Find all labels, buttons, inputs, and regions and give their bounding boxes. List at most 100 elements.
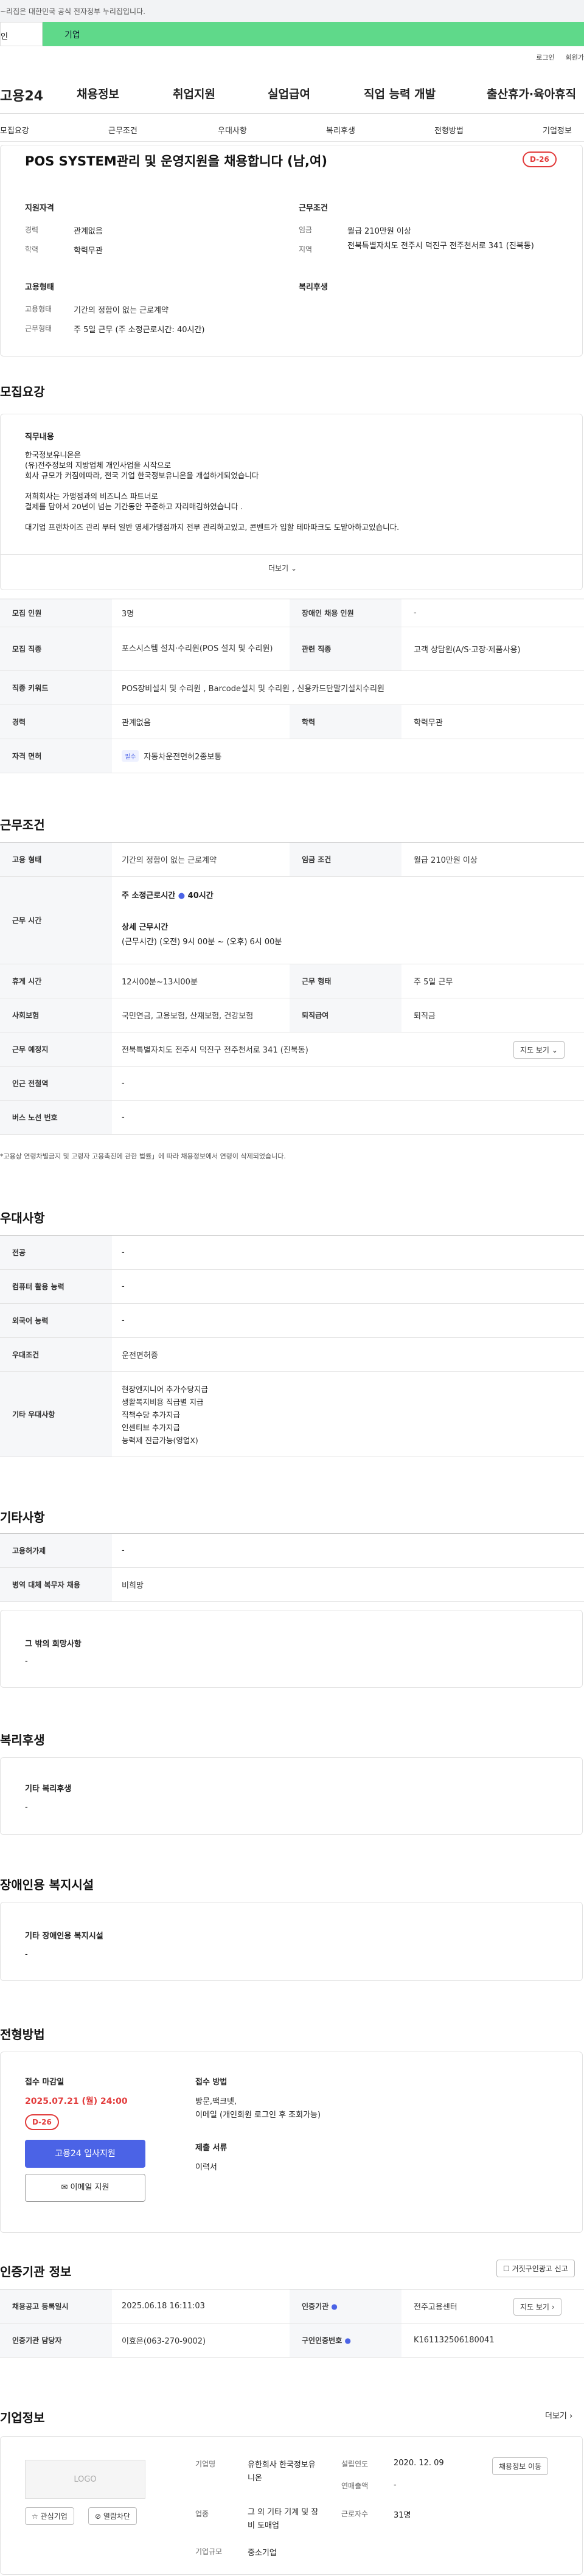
cell-header: 학력 [290, 705, 401, 739]
email-apply-button[interactable]: ✉ 이메일 지원 [25, 2174, 145, 2202]
apply-button[interactable]: 고용24 입사지원 [25, 2140, 145, 2168]
map-button[interactable]: 지도 보기 › [513, 2298, 561, 2316]
welfare-heading: 복리후생 [299, 283, 328, 292]
gnb-item[interactable]: 실업급여 [268, 85, 310, 102]
cell-header: 경력 [0, 705, 112, 739]
company-more-label: 더보기 [545, 2412, 567, 2421]
favorite-button[interactable]: ☆ 관심기업 [25, 2507, 74, 2525]
cell-value: - [122, 1248, 125, 1257]
area-label: 지역 [299, 245, 313, 254]
block-button[interactable]: ⊘ 열람차단 [88, 2507, 137, 2525]
table-row: 사회보험 국민연금, 고용보험, 산재보험, 건강보험 퇴직급여 퇴직금 [0, 998, 584, 1032]
list-item: 직책수당 추가지급 [122, 1410, 180, 1419]
cell-value: 기간의 정함이 없는 근로계약 [122, 856, 217, 865]
scale-value: 중소기업 [248, 2549, 277, 2558]
login-link[interactable]: 로그인 [536, 54, 554, 61]
disabled-card-value: - [25, 1950, 28, 1959]
disabled-section-title: 장애인용 복지시설 [0, 1878, 94, 1892]
cell-value: 포스시스템 설치·수리원(POS 설치 및 수리원) [122, 644, 273, 653]
subnav-item[interactable]: 기업정보 [543, 124, 572, 136]
block-label: 열람차단 [103, 2512, 131, 2521]
map-button[interactable]: 지도 보기 ⌄ [513, 1041, 565, 1059]
est-label: 설립연도 [341, 2460, 369, 2468]
area-value: 전북특별자치도 전주시 덕진구 전주천서로 341 (진북동) [347, 242, 534, 251]
subnav-item[interactable]: 우대사항 [218, 124, 247, 136]
gnb-item[interactable]: 취업지원 [173, 85, 215, 102]
cell-value: 퇴직금 [414, 1012, 436, 1021]
table-row: 근무 예정지 전북특별자치도 전주시 덕진구 전주천서로 341 (진북동) 지도… [0, 1032, 584, 1067]
info-icon[interactable]: ● [344, 2336, 350, 2345]
table-row: 모집 직종 포스시스템 설치·수리원(POS 설치 및 수리원) 관련 직종 고객 상… [0, 627, 584, 671]
duty-line: (유)전주정보의 지방업체 개인사업을 시작으로 [25, 461, 172, 470]
gnb-item[interactable]: 직업 능력 개발 [364, 85, 436, 102]
tab-business[interactable]: 기업 [43, 22, 584, 46]
table-row: 채용공고 등록일시 2025.06.18 16:11:03 인증기관 ● 전주고용센… [0, 2289, 584, 2324]
subnav-item[interactable]: 근무조건 [108, 124, 137, 136]
list-item: 인센티브 추가지급 [122, 1423, 180, 1432]
cert-section-title: 인증기관 정보 [0, 2264, 72, 2279]
conditions-section-title: 근무조건 [0, 818, 45, 832]
table-row: 고용 형태 기간의 정함이 없는 근로계약 임금 조건 월급 210만원 이상 [0, 843, 584, 877]
gnb-item[interactable]: 출산휴가·육아휴직 [487, 85, 576, 102]
global-nav: 고용24 채용정보 취업지원 실업급여 직업 능력 개발 출산휴가·육아휴직 [0, 85, 584, 106]
cell-value: 고객 상담원(A/S·고장·제품사용) [414, 646, 521, 655]
company-more-link[interactable]: 더보기 › [545, 2409, 572, 2421]
cell-header: 기타 우대사항 [0, 1372, 112, 1457]
cell-value: 전주고용센터 [414, 2303, 457, 2312]
employ-type-value: 기간의 정함이 없는 근로계약 [74, 306, 169, 315]
cell-value: 2025.06.18 16:11:03 [122, 2302, 205, 2311]
chevron-down-icon: ⌄ [290, 564, 297, 573]
map-button-label: 지도 보기 [520, 1046, 549, 1054]
duty-line: 대기업 프랜차이즈 관리 부터 일반 영세가맹점까지 전부 관리하고있고, 콘벤… [25, 523, 400, 532]
qualification-heading: 지원자격 [25, 204, 54, 213]
cell-header: 병역 대체 복무자 채용 [0, 1568, 112, 1601]
subnav-item[interactable]: 복리후생 [326, 124, 355, 136]
more-button[interactable]: 더보기 ⌄ [268, 563, 297, 573]
info-icon[interactable]: ● [331, 2302, 337, 2311]
employees-value: 31명 [394, 2511, 411, 2520]
mail-icon: ✉ [61, 2183, 68, 2192]
table-row: 컴퓨터 활용 능력 - [0, 1270, 584, 1304]
disabled-card: 기타 장애인용 복지시설 - [0, 1902, 583, 1981]
table-row: 버스 노선 번호 - [0, 1101, 584, 1135]
cell-header: 근무 예정지 [0, 1032, 112, 1066]
subnav-item[interactable]: 모집요강 [0, 124, 29, 136]
table-row: 인근 전철역 - [0, 1067, 584, 1101]
company-card: LOGO ☆ 관심기업 ⊘ 열람차단 기업명 유한회사 한국정보유니온 설립연도… [0, 2436, 583, 2575]
edu-value: 학력무관 [74, 246, 103, 256]
company-logo: LOGO [25, 2460, 145, 2499]
tab-personal[interactable]: 인 [0, 22, 43, 46]
duty-description: 한국정보유니온은 (유)전주정보의 지방업체 개인사업을 시작으로 회사 규모가… [25, 450, 560, 532]
duty-line [25, 481, 560, 491]
subnav-item[interactable]: 전형방법 [434, 124, 464, 136]
report-button[interactable]: ☐ 거짓구인광고 신고 [496, 2260, 575, 2277]
site-logo[interactable]: 고용24 [0, 85, 43, 105]
welfare-card-heading: 기타 복리후생 [25, 1784, 72, 1794]
work-form-label: 근무형태 [25, 324, 52, 333]
cell-header: 장애인 채용 인원 [290, 599, 401, 627]
sales-value: - [394, 2480, 397, 2490]
detail-hours-title: 상세 근무시간 [122, 923, 169, 932]
gov-notice-bar: ~리집은 대한민국 공식 전자정부 누리집입니다. [0, 0, 584, 22]
company-name-label: 기업명 [195, 2460, 216, 2468]
employ-type-label: 고용형태 [25, 305, 52, 313]
gnb-item[interactable]: 채용정보 [77, 85, 119, 102]
table-row: 우대조건 운전면허증 [0, 1338, 584, 1372]
utility-links: 로그인 회원가 [525, 52, 584, 62]
wish-card: 그 밖의 희망사항 - [0, 1610, 583, 1688]
cell-header: 사회보험 [0, 998, 112, 1032]
job-info-button[interactable]: 채용정보 이동 [492, 2457, 549, 2475]
cell-header: 채용공고 등록일시 [0, 2289, 112, 2323]
join-link[interactable]: 회원가 [566, 54, 584, 61]
cell-header: 우대조건 [0, 1338, 112, 1371]
conditions-table: 고용 형태 기간의 정함이 없는 근로계약 임금 조건 월급 210만원 이상 근무 … [0, 842, 584, 1146]
report-icon: ☐ [503, 2264, 510, 2273]
info-icon[interactable]: ● [178, 891, 185, 900]
duty-line: 한국정보유니온은 [25, 450, 82, 459]
disabled-card-heading: 기타 장애인용 복지시설 [25, 1932, 103, 1941]
cell-header: 퇴직급여 [290, 998, 401, 1032]
career-label: 경력 [25, 226, 39, 234]
cell-value: 월급 210만원 이상 [414, 856, 478, 865]
recruit-table: 모집 인원 3명 장애인 채용 인원 - 모집 직종 포스시스템 설치·수리원(POS … [0, 599, 584, 778]
table-row: 휴게 시간 12시00분~13시00분 근무 형태 주 5일 근무 [0, 964, 584, 998]
